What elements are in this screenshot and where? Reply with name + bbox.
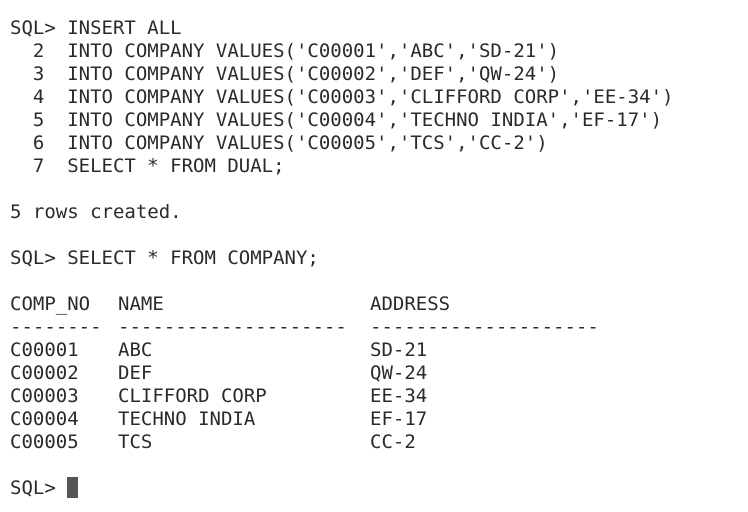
cell-comp-no: C00001 (10, 339, 79, 361)
table-row: C00002 DEF QW-24 (10, 362, 748, 385)
cell-comp-no: C00003 (10, 385, 79, 407)
cell-name: CLIFFORD CORP (118, 385, 267, 407)
cell-comp-no: C00004 (10, 408, 79, 430)
separator-address: -------------------- (370, 316, 599, 338)
select-command-line: SQL> SELECT * FROM COMPANY; (10, 247, 319, 269)
command-line: SQL> INSERT ALL (10, 17, 182, 39)
column-header-address: ADDRESS (370, 293, 451, 315)
table-separator-row: -------- -------------------- ------------… (10, 316, 748, 339)
command-line: 3 INTO COMPANY VALUES('C00002','DEF','QW… (10, 63, 560, 85)
cell-address: SD-21 (370, 339, 428, 361)
command-line: 4 INTO COMPANY VALUES('C00003','CLIFFORD… (10, 86, 674, 108)
command-line: 5 INTO COMPANY VALUES('C00004','TECHNO I… (10, 109, 663, 131)
insert-result-message: 5 rows created. (10, 201, 182, 223)
cell-comp-no: C00002 (10, 362, 79, 384)
terminal-window[interactable]: SQL> INSERT ALL 2 INTO COMPANY VALUES('C… (0, 0, 748, 512)
cell-name: TECHNO INDIA (118, 408, 256, 430)
table-row: C00003 CLIFFORD CORP EE-34 (10, 385, 748, 408)
table-row: C00005 TCS CC-2 (10, 431, 748, 454)
separator-name: -------------------- (118, 316, 347, 338)
command-line: 6 INTO COMPANY VALUES('C00005','TCS','CC… (10, 132, 548, 154)
cell-name: TCS (118, 431, 153, 453)
separator-comp-no: -------- (10, 316, 102, 338)
column-header-comp-no: COMP_NO (10, 293, 91, 315)
input-prompt-line[interactable]: SQL> (10, 477, 748, 500)
cell-name: ABC (118, 339, 153, 361)
text-cursor[interactable] (67, 477, 79, 498)
cell-address: EE-34 (370, 385, 428, 407)
prompt-label: SQL> (10, 477, 68, 499)
column-header-name: NAME (118, 293, 164, 315)
table-row: C00004 TECHNO INDIA EF-17 (10, 408, 748, 431)
cell-name: DEF (118, 362, 153, 384)
table-row: C00001 ABC SD-21 (10, 339, 748, 362)
cell-address: CC-2 (370, 431, 416, 453)
command-line: 7 SELECT * FROM DUAL; (10, 155, 285, 177)
cell-comp-no: C00005 (10, 431, 79, 453)
table-header-row: COMP_NO NAME ADDRESS (10, 293, 748, 316)
command-line: 2 INTO COMPANY VALUES('C00001','ABC','SD… (10, 40, 560, 62)
cell-address: EF-17 (370, 408, 428, 430)
cell-address: QW-24 (370, 362, 428, 384)
